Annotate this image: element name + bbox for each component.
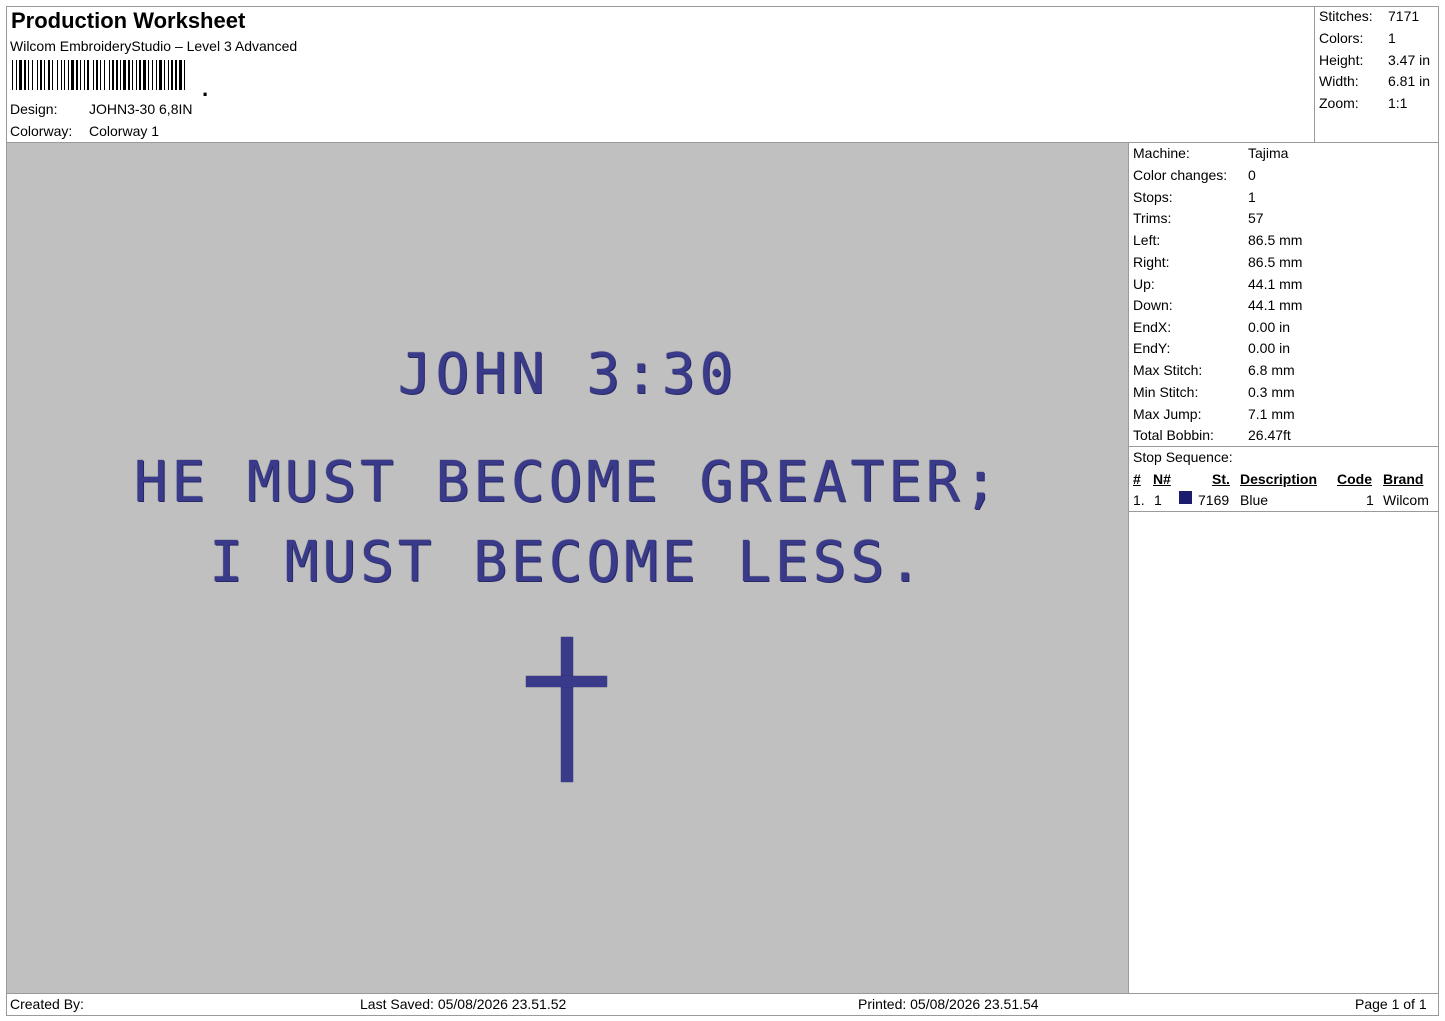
software-name: Wilcom EmbroideryStudio – Level 3 Advanc…	[10, 38, 298, 54]
row-code: 1	[1366, 492, 1374, 508]
summary-value: 6.81 in	[1388, 73, 1431, 89]
footer-divider	[6, 993, 1439, 994]
last-saved: Last Saved: 05/08/2026 23.51.52	[360, 996, 567, 1012]
column-header-code: Code	[1337, 471, 1372, 487]
detail-label: Min Stitch:	[1133, 384, 1199, 400]
detail-label: Trims:	[1133, 210, 1172, 226]
summary-value: 1	[1388, 30, 1396, 46]
detail-value: 0.00 in	[1248, 319, 1291, 335]
design-preview: JOHN 3:30 HE MUST BECOME GREATER; I MUST…	[7, 143, 1128, 993]
embroidery-line-1: JOHN 3:30	[397, 342, 738, 407]
detail-label: Down:	[1133, 297, 1173, 313]
row-needle: 1	[1154, 492, 1162, 508]
detail-value: 0.00 in	[1248, 340, 1291, 356]
column-header-stitches: St.	[1212, 471, 1230, 487]
colorway-value: Colorway 1	[89, 123, 160, 139]
design-value: JOHN3-30 6,8IN	[89, 101, 193, 117]
panel-divider	[1128, 142, 1129, 994]
detail-label: Machine:	[1133, 145, 1190, 161]
detail-value: 44.1 mm	[1248, 276, 1303, 292]
column-header-brand: Brand	[1383, 471, 1424, 487]
summary-label: Zoom:	[1319, 95, 1359, 111]
detail-value: 7.1 mm	[1248, 406, 1295, 422]
detail-value: 26.47ft	[1248, 427, 1291, 443]
frame-top	[6, 6, 1439, 7]
summary-divider	[1314, 6, 1315, 143]
page-title: Production Worksheet	[11, 8, 246, 33]
stop-sequence-title: Stop Sequence:	[1133, 449, 1233, 465]
row-stitches: 7169	[1198, 492, 1230, 508]
detail-label: Total Bobbin:	[1133, 427, 1214, 443]
summary-label: Height:	[1319, 52, 1364, 68]
summary-value: 3.47 in	[1388, 52, 1431, 68]
detail-value: 0.3 mm	[1248, 384, 1295, 400]
row-num: 1.	[1133, 492, 1145, 508]
summary-value: 7171	[1388, 8, 1420, 24]
detail-value: 86.5 mm	[1248, 254, 1303, 270]
summary-label: Colors:	[1319, 30, 1364, 46]
detail-label: Stops:	[1133, 189, 1173, 205]
color-swatch	[1179, 491, 1192, 504]
detail-label: Color changes:	[1133, 167, 1228, 183]
detail-value: 86.5 mm	[1248, 232, 1303, 248]
printed-date: Printed: 05/08/2026 23.51.54	[858, 996, 1039, 1012]
detail-label: EndY:	[1133, 340, 1171, 356]
detail-label: Up:	[1133, 276, 1155, 292]
detail-label: Max Jump:	[1133, 406, 1202, 422]
stop-sequence-top	[1128, 446, 1439, 447]
detail-label: EndX:	[1133, 319, 1172, 335]
cross-horizontal-bar	[526, 676, 607, 687]
cross-vertical-bar	[561, 637, 573, 782]
embroidery-line-3: I MUST BECOME LESS.	[209, 530, 926, 595]
detail-value: 0	[1248, 167, 1256, 183]
design-label: Design:	[10, 101, 58, 117]
detail-value: 44.1 mm	[1248, 297, 1303, 313]
stop-sequence-bottom	[1128, 511, 1439, 512]
detail-label: Right:	[1133, 254, 1170, 270]
column-header-description: Description	[1240, 471, 1318, 487]
detail-value: 1	[1248, 189, 1256, 205]
column-header-needle: N#	[1153, 471, 1171, 487]
summary-label: Width:	[1319, 73, 1359, 89]
detail-label: Max Stitch:	[1133, 362, 1203, 378]
svg-text:,: ,	[202, 76, 208, 96]
summary-label: Stitches:	[1319, 8, 1373, 24]
detail-value: Tajima	[1248, 145, 1289, 161]
created-by: Created By:	[10, 996, 84, 1012]
detail-label: Left:	[1133, 232, 1161, 248]
detail-value: 6.8 mm	[1248, 362, 1295, 378]
row-description: Blue	[1240, 492, 1269, 508]
page-number: Page 1 of 1	[1355, 996, 1427, 1012]
column-header-num: #	[1133, 471, 1141, 487]
embroidery-line-2: HE MUST BECOME GREATER;	[133, 450, 1002, 515]
barcode-icon: ,	[12, 60, 208, 96]
colorway-label: Colorway:	[10, 123, 73, 139]
frame-bottom	[6, 1015, 1439, 1016]
summary-value: 1:1	[1388, 95, 1408, 111]
row-brand: Wilcom	[1383, 492, 1429, 508]
detail-value: 57	[1248, 210, 1264, 226]
